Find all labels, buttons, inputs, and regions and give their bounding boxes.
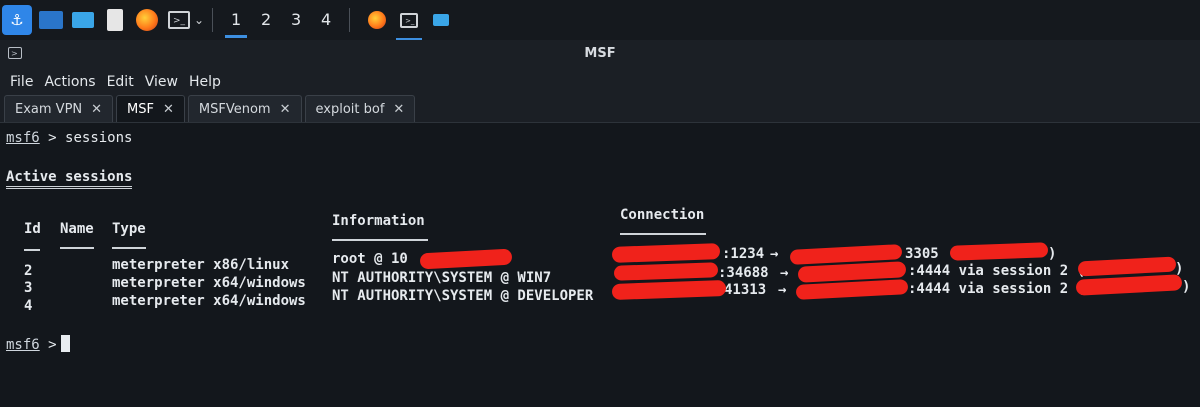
redaction-mark (1077, 256, 1177, 277)
menu-edit[interactable]: Edit (107, 74, 134, 90)
session-id: 3 (24, 280, 33, 296)
session-type: meterpreter x86/linux (112, 257, 290, 273)
menu-actions[interactable]: Actions (44, 74, 95, 90)
close-icon[interactable]: ✕ (163, 102, 174, 117)
workspace-4[interactable]: 4 (311, 6, 341, 34)
terminal-launcher-icon[interactable]: >_ (166, 7, 192, 33)
session-id: 4 (24, 298, 33, 314)
firefox-icon[interactable] (134, 7, 160, 33)
close-icon[interactable]: ✕ (280, 102, 291, 117)
window-title: MSF (584, 46, 616, 61)
session-conn-local: 41313 (724, 282, 767, 298)
session-type: meterpreter x64/windows (112, 275, 306, 291)
session-conn-local: :34688 (718, 265, 769, 281)
chevron-down-icon[interactable]: ⌄ (194, 13, 204, 27)
menu-help[interactable]: Help (189, 74, 221, 90)
tab-msf[interactable]: MSF ✕ (116, 95, 185, 122)
tab-msfvenom[interactable]: MSFVenom ✕ (187, 95, 302, 122)
session-conn-remote: :4444 via session 2 ( (908, 281, 1086, 297)
tab-bar: Exam VPN ✕ MSF ✕ MSFVenom ✕ exploit bof … (0, 94, 1200, 123)
col-connection-underline (620, 233, 706, 235)
running-folder-icon[interactable] (428, 7, 454, 33)
sessions-heading: Active sessions (6, 169, 133, 189)
terminal-window: > MSF File Actions Edit View Help Exam V… (0, 40, 1200, 407)
session-conn-arrow: → (770, 246, 779, 262)
redaction-mark (949, 242, 1049, 261)
col-type-underline (112, 247, 146, 249)
col-connection: Connection (620, 207, 705, 223)
workspace-2[interactable]: 2 (251, 6, 281, 34)
session-conn-arrow: → (780, 265, 789, 281)
taskbar: ⚓ >_ ⌄ 1 2 3 4 >_ (0, 0, 1200, 41)
tab-label: exploit bof (315, 101, 385, 117)
redaction-mark (1075, 274, 1183, 296)
menu-bar: File Actions Edit View Help (0, 70, 1200, 94)
redaction-mark (611, 280, 727, 300)
kali-menu-icon[interactable]: ⚓ (2, 5, 32, 35)
workspace-3[interactable]: 3 (281, 6, 311, 34)
prompt-symbol: > (48, 337, 57, 353)
menu-file[interactable]: File (10, 74, 33, 90)
text-cursor (60, 335, 70, 352)
col-name: Name (60, 221, 94, 237)
tab-label: MSFVenom (198, 101, 271, 117)
tab-label: MSF (127, 101, 154, 117)
taskbar-separator (349, 8, 351, 32)
text-editor-icon[interactable] (102, 7, 128, 33)
redaction-mark (611, 243, 721, 263)
session-info: NT AUTHORITY\SYSTEM @ WIN7 (332, 270, 552, 286)
session-conn-remote: :4444 via session 2 ( (908, 263, 1086, 279)
session-type: meterpreter x64/windows (112, 293, 306, 309)
file-manager-icon[interactable] (70, 7, 96, 33)
session-conn-local: :1234 (722, 246, 765, 262)
window-titlebar[interactable]: > MSF (0, 40, 1200, 70)
col-name-underline (60, 247, 94, 249)
col-information-underline (332, 239, 428, 241)
tab-label: Exam VPN (15, 101, 83, 117)
tab-exam-vpn[interactable]: Exam VPN ✕ (4, 95, 114, 122)
command-text: sessions (65, 130, 133, 146)
active-prompt-line[interactable]: msf6 > (6, 335, 70, 353)
workspace-1[interactable]: 1 (221, 6, 251, 38)
col-information: Information (332, 213, 425, 229)
prompt-label: msf6 (6, 337, 40, 353)
col-id-underline (24, 249, 40, 251)
tab-exploit-bof[interactable]: exploit bof ✕ (304, 95, 416, 122)
session-conn-arrow: → (778, 282, 787, 298)
session-conn-end: ) (1182, 279, 1191, 295)
session-conn-end: ) (1048, 246, 1057, 262)
col-id: Id (24, 221, 41, 237)
close-icon[interactable]: ✕ (393, 102, 404, 117)
session-id: 2 (24, 263, 33, 279)
taskbar-separator (212, 8, 214, 32)
session-info: NT AUTHORITY\SYSTEM @ DEVELOPER (332, 288, 594, 304)
prompt-label: msf6 (6, 130, 40, 146)
session-info: root @ 10 (332, 251, 408, 267)
redaction-mark (795, 279, 909, 300)
close-icon[interactable]: ✕ (91, 102, 102, 117)
redaction-mark (613, 262, 719, 281)
col-type: Type (112, 221, 146, 237)
redaction-mark (419, 248, 513, 270)
prompt-symbol: > (48, 130, 57, 146)
command-line: msf6 > sessions (6, 130, 132, 146)
running-terminal-icon[interactable]: >_ (396, 7, 423, 41)
sessions-heading-text: Active sessions (6, 169, 133, 189)
running-firefox-icon[interactable] (364, 7, 390, 33)
session-conn-remote: 3305 (905, 246, 939, 262)
menu-view[interactable]: View (145, 74, 178, 90)
show-desktop-icon[interactable] (38, 7, 64, 33)
